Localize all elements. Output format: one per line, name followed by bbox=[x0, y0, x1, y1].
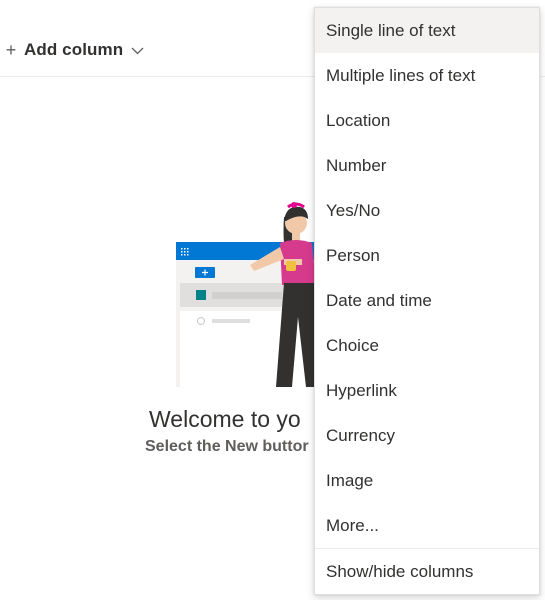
menu-item-person[interactable]: Person bbox=[315, 233, 539, 278]
add-column-button[interactable]: + Add column bbox=[4, 38, 144, 62]
menu-item-currency[interactable]: Currency bbox=[315, 413, 539, 458]
chevron-down-icon bbox=[131, 47, 144, 55]
menu-item-date-and-time[interactable]: Date and time bbox=[315, 278, 539, 323]
menu-item-show-hide-columns[interactable]: Show/hide columns bbox=[315, 549, 539, 594]
menu-item-choice[interactable]: Choice bbox=[315, 323, 539, 368]
empty-state-title: Welcome to yo bbox=[149, 406, 301, 432]
menu-item-more[interactable]: More... bbox=[315, 503, 539, 548]
empty-state-subtitle: Select the New buttor bbox=[145, 438, 309, 455]
menu-item-multiple-lines-of-text[interactable]: Multiple lines of text bbox=[315, 53, 539, 98]
menu-item-location[interactable]: Location bbox=[315, 98, 539, 143]
menu-item-single-line-of-text[interactable]: Single line of text bbox=[315, 8, 539, 53]
add-column-label: Add column bbox=[24, 40, 124, 59]
column-type-menu: Single line of text Multiple lines of te… bbox=[314, 7, 540, 595]
empty-state-illustration bbox=[176, 202, 322, 387]
menu-item-image[interactable]: Image bbox=[315, 458, 539, 503]
menu-item-number[interactable]: Number bbox=[315, 143, 539, 188]
menu-item-hyperlink[interactable]: Hyperlink bbox=[315, 368, 539, 413]
menu-item-yes-no[interactable]: Yes/No bbox=[315, 188, 539, 233]
plus-icon: + bbox=[5, 40, 17, 60]
